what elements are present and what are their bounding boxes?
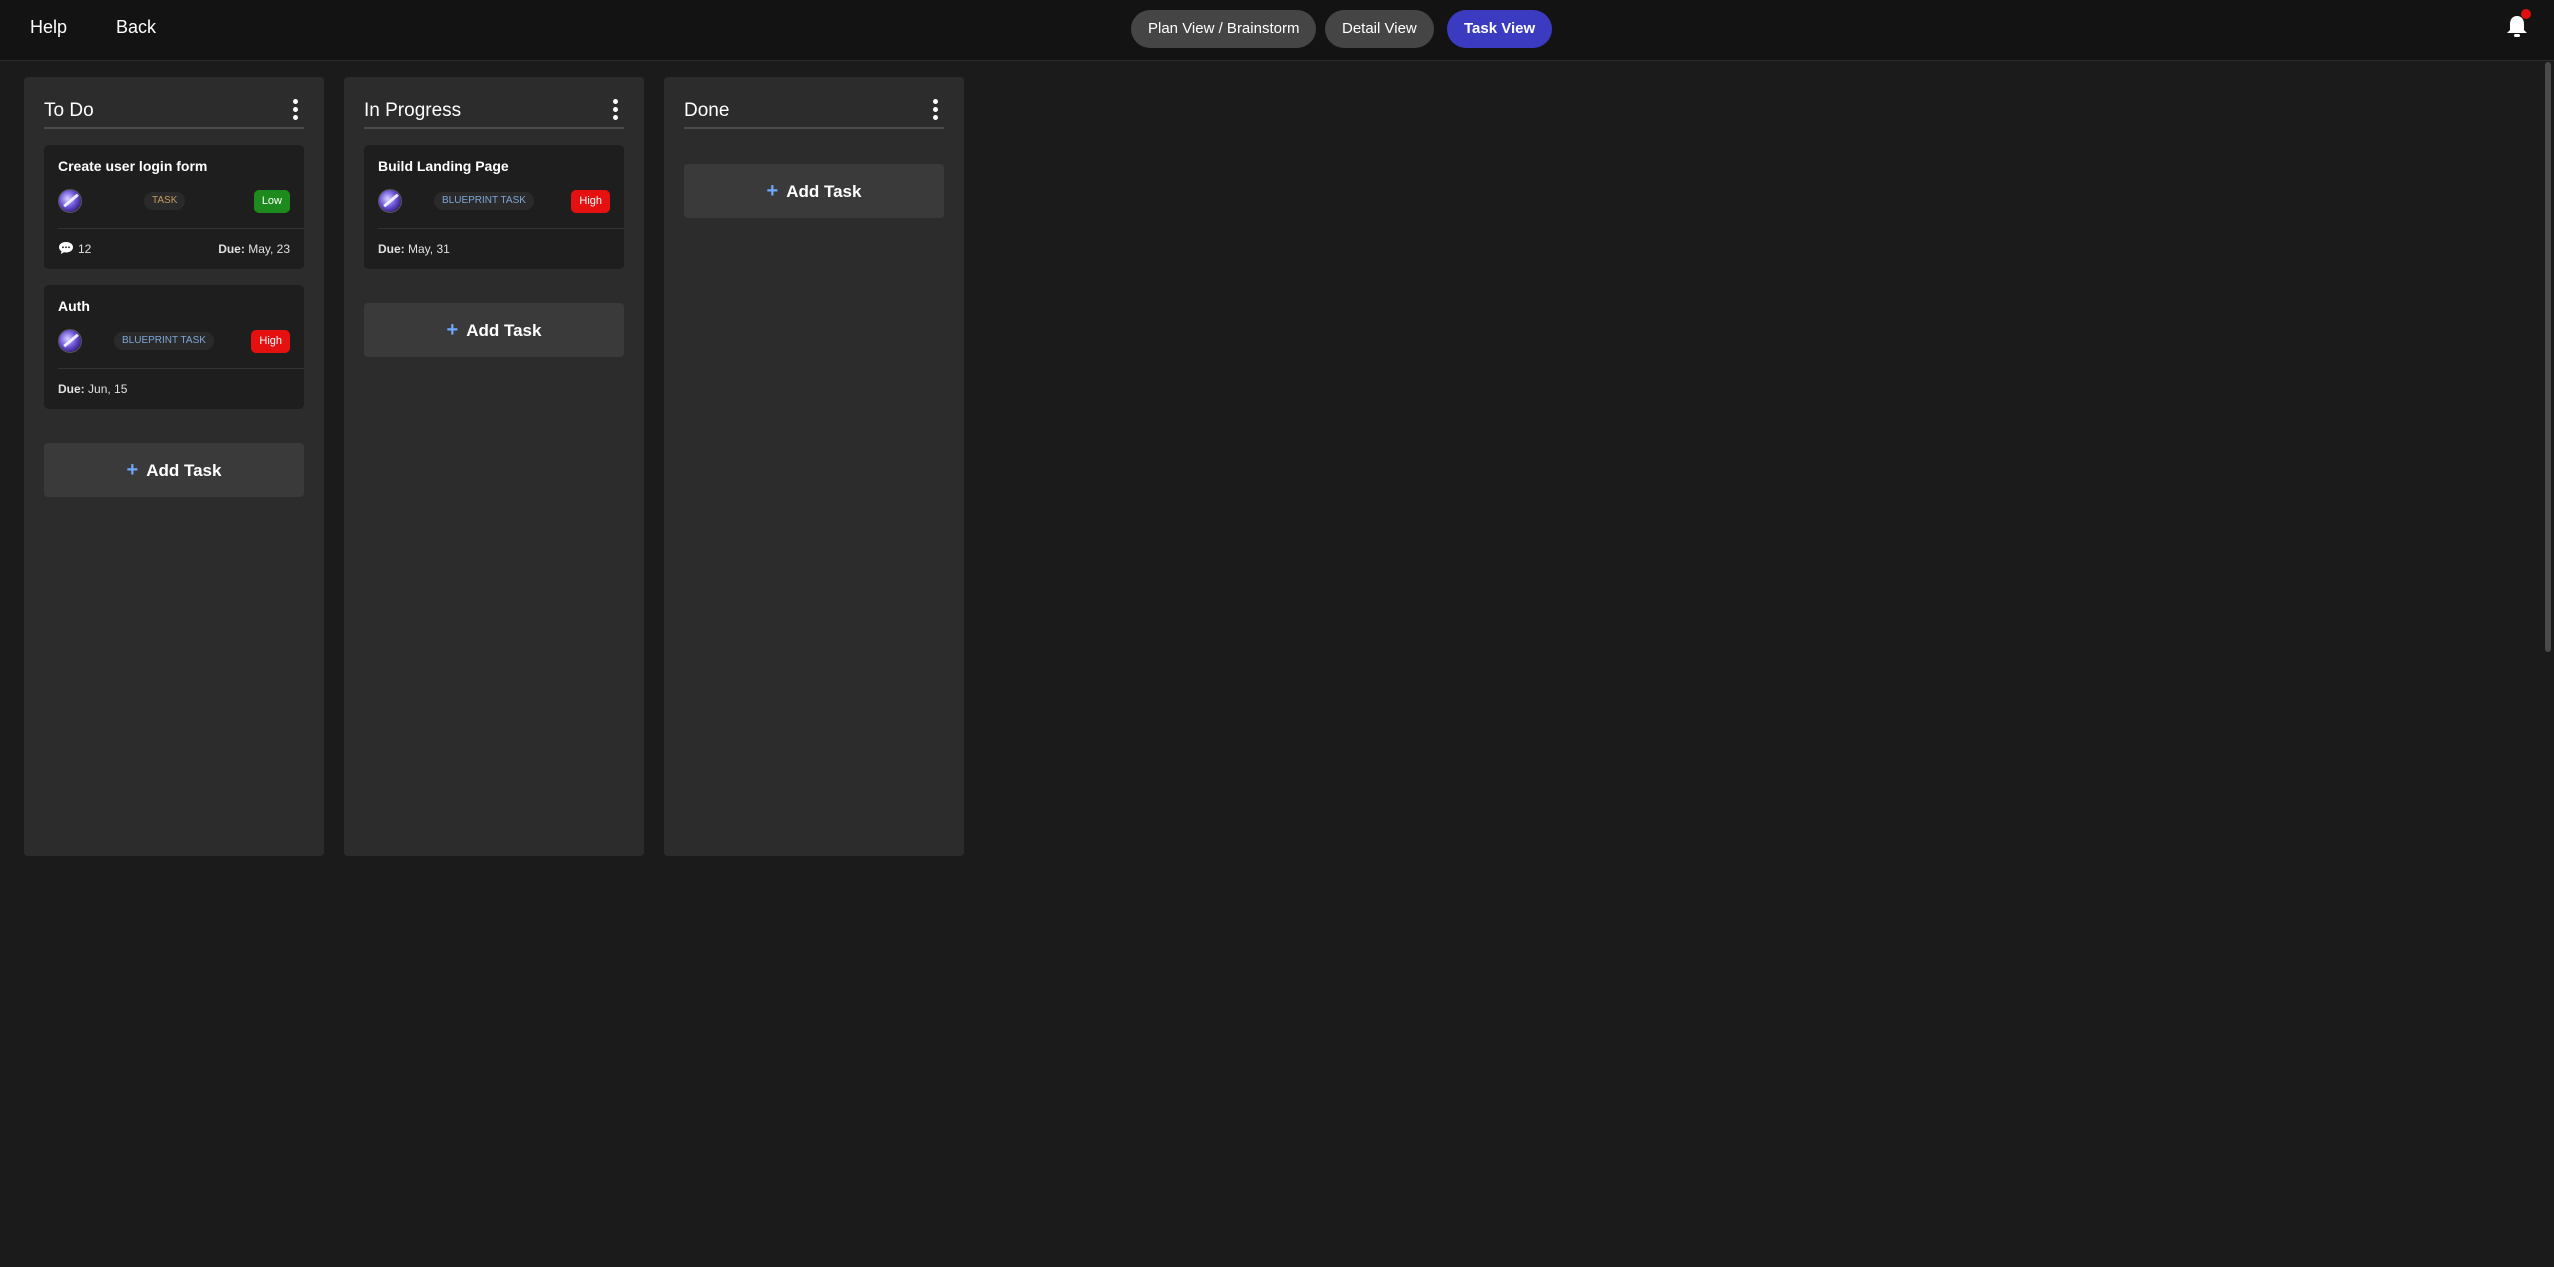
- column-done: Done + Add Task: [664, 77, 964, 856]
- back-link[interactable]: Back: [116, 17, 156, 38]
- avatar: [378, 189, 402, 213]
- notification-dot: [2521, 9, 2531, 19]
- card-divider: [58, 368, 304, 369]
- column-title: In Progress: [364, 100, 462, 121]
- card-title: Build Landing Page: [378, 158, 509, 174]
- column-title: To Do: [44, 100, 94, 121]
- card-title: Create user login form: [58, 158, 208, 174]
- priority-badge: High: [251, 330, 290, 353]
- comment-icon: [59, 242, 73, 254]
- add-task-button[interactable]: + Add Task: [364, 303, 624, 357]
- add-task-label: Add Task: [466, 321, 542, 340]
- due-date: Due: May, 23: [218, 242, 290, 256]
- task-view-button[interactable]: Task View: [1447, 10, 1553, 48]
- card-footer: 12 Due: May, 23: [58, 241, 290, 257]
- task-type-badge: BLUEPRINT TASK: [114, 332, 214, 350]
- priority-badge: High: [571, 190, 610, 213]
- priority-badge: Low: [253, 190, 290, 213]
- column-menu-icon[interactable]: [288, 97, 304, 123]
- column-header: Done: [684, 97, 944, 129]
- due-label: Due:: [218, 242, 245, 256]
- due-label: Due:: [58, 382, 85, 396]
- task-card[interactable]: Auth BLUEPRINT TASK High Due: Jun, 15: [44, 285, 304, 409]
- plus-icon: +: [126, 459, 139, 481]
- add-task-button[interactable]: + Add Task: [44, 443, 304, 497]
- top-bar: Help Back Plan View / Brainstorm Detail …: [0, 0, 2554, 61]
- card-divider: [378, 228, 624, 229]
- column-in-progress: In Progress Build Landing Page BLUEPRINT…: [344, 77, 644, 856]
- plus-icon: +: [446, 319, 459, 341]
- help-link[interactable]: Help: [30, 17, 67, 38]
- column-header: In Progress: [364, 97, 624, 129]
- add-task-label: Add Task: [146, 461, 222, 480]
- card-divider: [58, 228, 304, 229]
- due-date: Due: May, 31: [378, 242, 450, 256]
- comment-count: 12: [78, 242, 92, 256]
- due-date: Due: Jun, 15: [58, 382, 127, 396]
- add-task-label: Add Task: [786, 182, 862, 201]
- avatar: [58, 329, 82, 353]
- card-footer: Due: May, 31: [378, 241, 610, 257]
- avatar: [58, 189, 82, 213]
- plus-icon: +: [766, 180, 779, 202]
- column-header: To Do: [44, 97, 304, 129]
- task-card[interactable]: Build Landing Page BLUEPRINT TASK High D…: [364, 145, 624, 269]
- detail-view-button[interactable]: Detail View: [1325, 10, 1434, 48]
- due-value: May, 31: [408, 242, 450, 256]
- plan-view-button[interactable]: Plan View / Brainstorm: [1131, 10, 1317, 48]
- task-card[interactable]: Create user login form TASK Low 12 Due: …: [44, 145, 304, 269]
- column-todo: To Do Create user login form TASK Low 12…: [24, 77, 324, 856]
- bell-icon[interactable]: [2506, 9, 2531, 40]
- card-footer: Due: Jun, 15: [58, 381, 290, 397]
- column-menu-icon[interactable]: [608, 97, 624, 123]
- add-task-button[interactable]: + Add Task: [684, 164, 944, 218]
- due-value: May, 23: [248, 242, 290, 256]
- scrollbar[interactable]: [2545, 62, 2551, 652]
- column-title: Done: [684, 100, 730, 121]
- task-type-badge: BLUEPRINT TASK: [434, 192, 534, 210]
- card-title: Auth: [58, 298, 90, 314]
- due-label: Due:: [378, 242, 405, 256]
- task-type-badge: TASK: [144, 192, 186, 210]
- column-menu-icon[interactable]: [928, 97, 944, 123]
- due-value: Jun, 15: [88, 382, 128, 396]
